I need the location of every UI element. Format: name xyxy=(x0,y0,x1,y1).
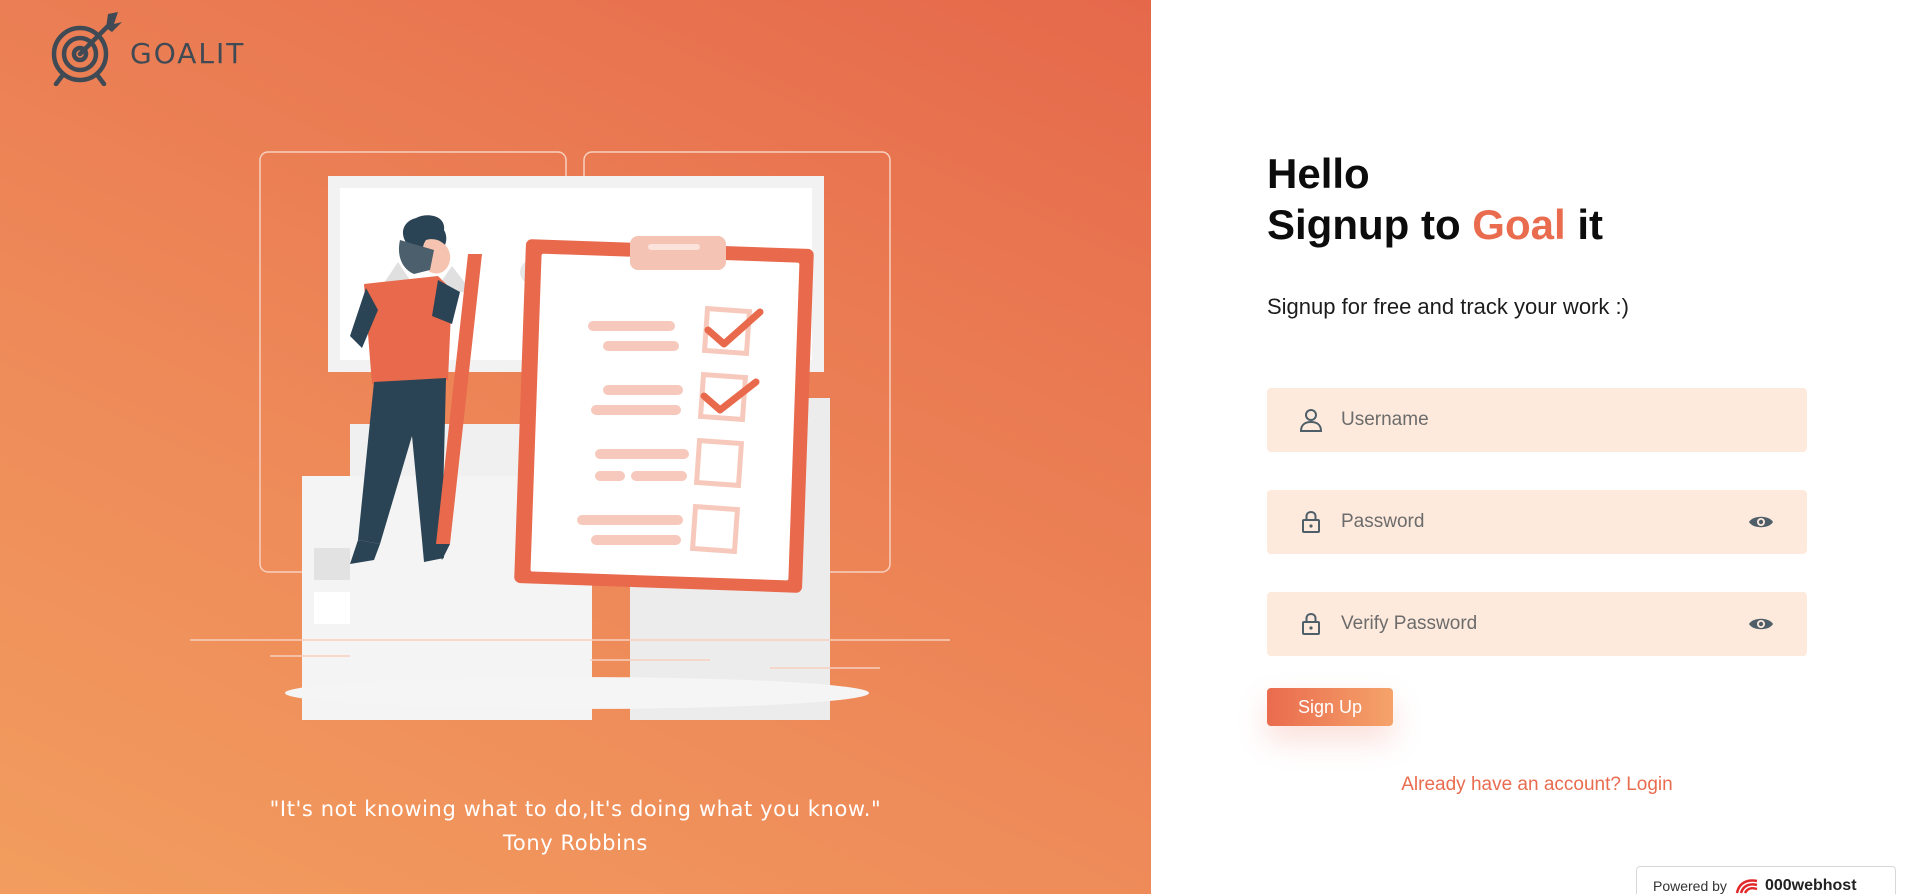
logo-text: GOALIT xyxy=(130,36,246,70)
password-input[interactable] xyxy=(1341,490,1745,554)
webhost-brand: 000webhost xyxy=(1764,877,1857,894)
login-link[interactable]: Already have an account? Login xyxy=(1267,774,1807,796)
illustration-image xyxy=(190,151,950,720)
target-logo-icon xyxy=(51,12,122,86)
signup-panel: Hello Signup to Goal it Signup for free … xyxy=(1151,0,1920,894)
title-suffix: it xyxy=(1565,201,1603,248)
eye-icon[interactable] xyxy=(1745,608,1777,640)
powered-by-label: Powered by xyxy=(1653,878,1727,894)
powered-by-badge[interactable]: Powered by 000webhost xyxy=(1636,866,1896,894)
webhost-logo-icon xyxy=(1735,879,1758,894)
username-input[interactable] xyxy=(1341,388,1807,452)
quote-text: "It's not knowing what to do,It's doing … xyxy=(269,797,882,821)
logo[interactable]: GOALIT xyxy=(48,10,245,86)
quote: "It's not knowing what to do,It's doing … xyxy=(0,792,1151,860)
verify-password-input[interactable] xyxy=(1341,592,1745,656)
user-icon xyxy=(1293,402,1329,438)
title-prefix: Signup to xyxy=(1267,201,1473,248)
lock-icon xyxy=(1293,504,1329,540)
signup-title: Signup to Goal it xyxy=(1267,200,1807,250)
quote-author: Tony Robbins xyxy=(503,831,648,855)
title-accent: Goal xyxy=(1472,201,1566,248)
signup-form: Hello Signup to Goal it Signup for free … xyxy=(1267,148,1807,795)
signup-button[interactable]: Sign Up xyxy=(1267,688,1393,726)
lock-icon xyxy=(1293,606,1329,642)
password-field[interactable] xyxy=(1267,490,1807,554)
eye-icon[interactable] xyxy=(1745,506,1777,538)
signup-subtitle: Signup for free and track your work :) xyxy=(1267,294,1629,319)
username-field[interactable] xyxy=(1267,388,1807,452)
greeting-heading: Hello xyxy=(1267,150,1370,197)
verify-password-field[interactable] xyxy=(1267,592,1807,656)
hero-panel: GOALIT "It's not knowing what to do,It's… xyxy=(0,0,1151,894)
